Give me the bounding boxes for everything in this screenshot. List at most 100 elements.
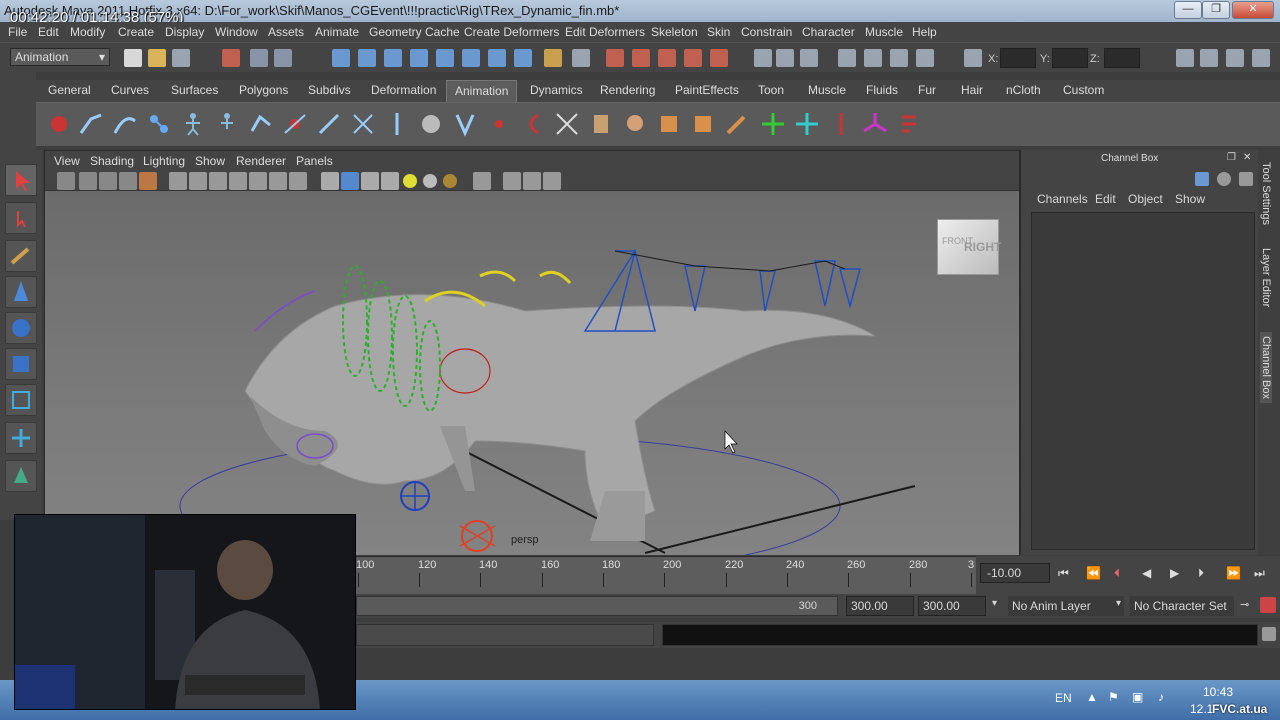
y-field[interactable] bbox=[1052, 48, 1088, 68]
render-view-icon[interactable] bbox=[710, 49, 728, 67]
shelf-options-icon[interactable] bbox=[8, 109, 22, 139]
range-slider[interactable]: 300 bbox=[356, 596, 838, 616]
film-gate-icon[interactable] bbox=[189, 172, 207, 190]
tray-volume-icon[interactable]: ♪ bbox=[1158, 690, 1164, 704]
safe-title-icon[interactable] bbox=[289, 172, 307, 190]
skin-weights-icon[interactable] bbox=[656, 111, 682, 137]
command-input[interactable] bbox=[356, 624, 654, 646]
trax-icon[interactable] bbox=[890, 49, 908, 67]
chevron-down-icon[interactable]: ▾ bbox=[1116, 598, 1121, 609]
cb-menu-edit[interactable]: Edit bbox=[1095, 192, 1116, 206]
character-set-dropdown[interactable]: No Character Set bbox=[1130, 596, 1234, 616]
bone-chain-icon[interactable] bbox=[248, 111, 274, 137]
smooth-bind-icon[interactable] bbox=[418, 111, 444, 137]
tab-ncloth[interactable]: nCloth bbox=[1006, 83, 1041, 97]
menu-constrain[interactable]: Constrain bbox=[741, 25, 792, 39]
smooth-shade-icon[interactable] bbox=[341, 172, 359, 190]
go-to-start-icon[interactable]: ⏮ bbox=[1058, 566, 1069, 581]
step-forward-frame-icon[interactable]: ⏵ bbox=[1198, 566, 1204, 581]
menu-edit-deformers[interactable]: Edit Deformers bbox=[565, 25, 645, 39]
tab-surfaces[interactable]: Surfaces bbox=[171, 83, 218, 97]
side-tab-layer-editor[interactable]: Layer Editor bbox=[1260, 248, 1272, 307]
tab-subdivs[interactable]: Subdivs bbox=[308, 83, 351, 97]
menu-skin[interactable]: Skin bbox=[707, 25, 730, 39]
float-panel-icon[interactable]: ❐ bbox=[1227, 152, 1236, 163]
tray-flag-icon[interactable]: ⚑ bbox=[1108, 690, 1119, 704]
menu-display[interactable]: Display bbox=[165, 25, 204, 39]
tab-fur[interactable]: Fur bbox=[918, 83, 936, 97]
paint-weights-icon[interactable] bbox=[690, 111, 716, 137]
xray-icon[interactable] bbox=[503, 172, 521, 190]
z-field[interactable] bbox=[1104, 48, 1140, 68]
menu-muscle[interactable]: Muscle bbox=[865, 25, 903, 39]
tab-toon[interactable]: Toon bbox=[758, 83, 784, 97]
snap-plane-icon[interactable] bbox=[410, 49, 428, 67]
menu-assets[interactable]: Assets bbox=[268, 25, 304, 39]
sidebar-toggle-icon[interactable] bbox=[1176, 49, 1194, 67]
vp-menu-panels[interactable]: Panels bbox=[296, 154, 333, 168]
joint-mirror-icon[interactable] bbox=[350, 111, 376, 137]
safe-action-icon[interactable] bbox=[269, 172, 287, 190]
default-lighting-icon[interactable] bbox=[403, 174, 417, 188]
tray-network-icon[interactable]: ▣ bbox=[1132, 690, 1143, 704]
vp-menu-renderer[interactable]: Renderer bbox=[236, 154, 286, 168]
all-lights-icon[interactable] bbox=[423, 174, 437, 188]
step-back-frame-icon[interactable]: ⏴ bbox=[1114, 566, 1120, 581]
script-editor-icon[interactable] bbox=[1262, 627, 1276, 641]
bookmark-icon[interactable] bbox=[99, 172, 117, 190]
axis-icon[interactable] bbox=[862, 111, 888, 137]
scale-tool-icon[interactable] bbox=[5, 348, 37, 380]
anim-end-field[interactable]: 300.00 bbox=[846, 596, 914, 616]
menu-window[interactable]: Window bbox=[215, 25, 258, 39]
menu-edit[interactable]: Edit bbox=[38, 25, 59, 39]
vp-menu-view[interactable]: View bbox=[54, 154, 80, 168]
select-hierarchy-icon[interactable] bbox=[222, 49, 240, 67]
tab-rendering[interactable]: Rendering bbox=[600, 83, 655, 97]
channel-box-toggle-icon[interactable] bbox=[800, 49, 818, 67]
tab-deformation[interactable]: Deformation bbox=[371, 83, 436, 97]
side-tab-tool-settings[interactable]: Tool Settings bbox=[1260, 162, 1272, 225]
menu-modify[interactable]: Modify bbox=[70, 25, 105, 39]
tab-dynamics[interactable]: Dynamics bbox=[530, 83, 583, 97]
shadows-icon[interactable] bbox=[443, 174, 457, 188]
tab-fluids[interactable]: Fluids bbox=[866, 83, 898, 97]
clock-date[interactable]: 12.1 bbox=[1190, 702, 1213, 716]
cluster-icon[interactable] bbox=[828, 111, 854, 137]
current-frame-field[interactable]: -10.00 bbox=[980, 563, 1050, 583]
open-scene-icon[interactable] bbox=[148, 49, 166, 67]
grid-icon[interactable] bbox=[169, 172, 187, 190]
close-panel-icon[interactable]: ✕ bbox=[1243, 152, 1251, 163]
tab-muscle[interactable]: Muscle bbox=[808, 83, 846, 97]
range-end-field[interactable]: 300.00 bbox=[918, 596, 986, 616]
hypershade-icon[interactable] bbox=[684, 49, 702, 67]
constraint-point-icon[interactable] bbox=[486, 111, 512, 137]
transform-mode-icon[interactable] bbox=[964, 49, 982, 67]
maximize-button[interactable]: ❐ bbox=[1202, 1, 1230, 19]
menu-create-deformers[interactable]: Create Deformers bbox=[464, 25, 559, 39]
viewport-panel[interactable]: View Shading Lighting Show Renderer Pane… bbox=[44, 150, 1020, 577]
list-icon[interactable] bbox=[1226, 49, 1244, 67]
tab-curves[interactable]: Curves bbox=[111, 83, 149, 97]
layout-icon[interactable] bbox=[1200, 49, 1218, 67]
tab-custom[interactable]: Custom bbox=[1063, 83, 1104, 97]
locator-teal-icon[interactable] bbox=[794, 111, 820, 137]
help-query-icon[interactable] bbox=[514, 49, 532, 67]
highlight-icon[interactable] bbox=[572, 49, 590, 67]
go-to-end-icon[interactable]: ⏭ bbox=[1254, 566, 1265, 581]
chevron-down-icon[interactable]: ▾ bbox=[992, 598, 997, 609]
tab-animation[interactable]: Animation bbox=[446, 80, 518, 102]
view-cube[interactable]: FRONT RIGHT bbox=[937, 219, 1001, 275]
history-icon[interactable] bbox=[462, 49, 480, 67]
time-slider[interactable]: 100 120 140 160 180 200 220 240 260 280 … bbox=[356, 556, 976, 594]
tab-general[interactable]: General bbox=[48, 83, 91, 97]
skeleton-figure-icon[interactable] bbox=[180, 111, 206, 137]
outliner-icon[interactable] bbox=[776, 49, 794, 67]
channel-list[interactable] bbox=[1031, 212, 1255, 550]
xray-joints-icon[interactable] bbox=[523, 172, 541, 190]
rig-chain-icon[interactable] bbox=[452, 111, 478, 137]
gate-mask-icon[interactable] bbox=[229, 172, 247, 190]
camera-select-icon[interactable] bbox=[57, 172, 75, 190]
vp-menu-lighting[interactable]: Lighting bbox=[143, 154, 185, 168]
move-tool-icon[interactable] bbox=[5, 276, 37, 308]
side-tab-channel-box[interactable]: Channel Box bbox=[1260, 332, 1272, 403]
